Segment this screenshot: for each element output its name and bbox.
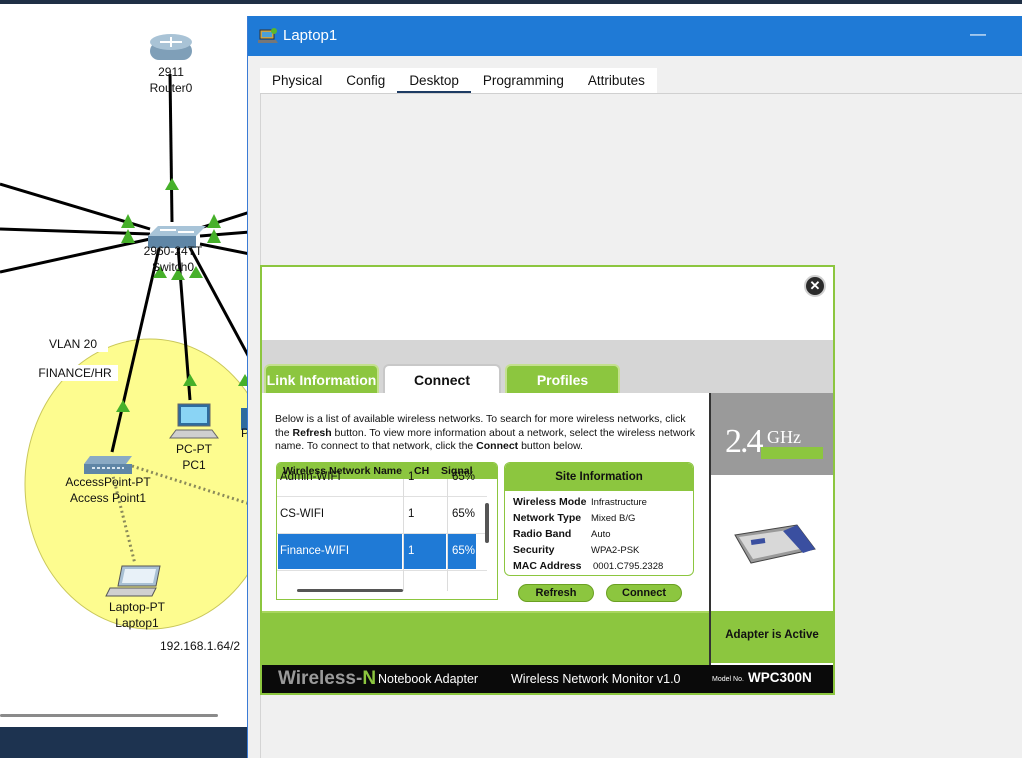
subnet-label: 192.168.1.64/2: [160, 638, 250, 654]
access-point-name: Access Point1: [69, 491, 147, 505]
tab-physical[interactable]: Physical: [260, 68, 334, 94]
column-divider: [447, 479, 448, 591]
adapter-card-area: [711, 475, 833, 611]
access-point-label: AccessPoint-PT Access Point1: [56, 474, 160, 506]
connect-panel: Below is a list of available wireless ne…: [262, 393, 709, 611]
site-key: Network Type: [513, 512, 582, 524]
department-label: FINANCE/HR: [32, 365, 118, 381]
tab-profiles[interactable]: Profiles: [505, 364, 620, 394]
monitor-name-text: Wireless Network Monitor v1.0: [511, 672, 681, 686]
band-indicator: 2.4 GHz: [711, 393, 833, 475]
switch-model: 2960-24TT: [143, 244, 203, 258]
pc-name: PC1: [182, 458, 206, 472]
band-bar: [761, 447, 823, 459]
router-name: Router0: [149, 81, 193, 95]
column-divider: [403, 479, 404, 591]
tab-programming[interactable]: Programming: [471, 68, 576, 94]
network-name: Finance-WIFI: [280, 545, 350, 557]
adapter-side-panel: 2.4 GHz Adapter is Active: [709, 393, 833, 665]
network-row-admin[interactable]: Admin-WIFI 1 65%: [277, 463, 487, 497]
router-icon: [150, 34, 192, 60]
network-signal: 65%: [452, 545, 476, 557]
site-value: Infrastructure: [591, 497, 647, 508]
network-channel: 1: [408, 545, 415, 557]
window-title: Laptop1: [283, 27, 338, 44]
site-information-panel: Site Information Wireless Mode Infrastru…: [504, 462, 694, 576]
link-light: [165, 178, 179, 190]
vlan-label: VLAN 20: [38, 336, 108, 352]
instructions-text: Below is a list of available wireless ne…: [275, 413, 703, 454]
router-switch-link: [168, 73, 174, 223]
site-value: Mixed B/G: [591, 513, 636, 524]
site-key: MAC Address: [513, 560, 582, 572]
network-row-cs[interactable]: CS-WIFI 1 65%: [277, 497, 487, 534]
adapter-status-box: Adapter is Active: [711, 611, 833, 663]
access-point-model: AccessPoint-PT: [65, 475, 151, 489]
router-label: 2911 Router0: [148, 64, 194, 96]
adapter-status-text: Adapter is Active: [725, 629, 819, 641]
pc-label: PC-PT PC1: [168, 441, 220, 473]
site-key: Wireless Mode: [513, 496, 587, 508]
laptop-model: Laptop-PT: [108, 600, 166, 614]
wireless-n-logo: Wireless-N: [278, 668, 376, 690]
minimize-button[interactable]: —: [966, 24, 990, 48]
instructions-part-3: button below.: [518, 440, 583, 452]
bottom-green-band: [262, 611, 709, 665]
network-row-finance[interactable]: Finance-WIFI 1 65%: [277, 534, 487, 571]
tab-link-information[interactable]: Link Information: [264, 364, 379, 394]
switch-link-left-3: [0, 237, 151, 274]
canvas-horizontal-scrollbar[interactable]: [0, 714, 218, 717]
site-value: 0001.C795.2328: [593, 561, 664, 572]
site-value: WPA2-PSK: [591, 545, 640, 556]
pc-model: PC-PT: [176, 442, 212, 456]
band-number: 2.4: [725, 423, 763, 460]
laptop-name: Laptop1: [115, 616, 159, 630]
link-light: [121, 229, 135, 243]
tab-attributes[interactable]: Attributes: [576, 68, 657, 94]
model-number-label: Model No.: [712, 676, 744, 683]
adapter-type-text: Notebook Adapter: [378, 672, 479, 686]
connect-button[interactable]: Connect: [606, 584, 682, 602]
access-point-icon: [84, 456, 132, 474]
site-key: Radio Band: [513, 528, 572, 540]
laptop-label: Laptop-PT Laptop1: [100, 599, 174, 631]
table-horizontal-scrollbar[interactable]: [297, 589, 403, 592]
app-footer: Wireless-N Notebook Adapter Wireless Net…: [262, 665, 833, 693]
instructions-refresh-word: Refresh: [292, 426, 332, 439]
logo-n-text: N: [362, 668, 377, 689]
refresh-button[interactable]: Refresh: [518, 584, 594, 602]
instructions-connect-word: Connect: [476, 440, 519, 452]
tab-connect[interactable]: Connect: [383, 364, 501, 394]
switch-label: 2960-24TT Switch0: [136, 243, 210, 275]
pc-card-icon: [734, 524, 816, 564]
wireless-network-monitor: ✕ Link Information Connect Profiles Belo…: [260, 265, 835, 695]
model-number-value: WPC300N: [748, 670, 812, 685]
band-unit: GHz: [767, 427, 801, 447]
site-information-title: Site Information: [505, 463, 693, 491]
window-titlebar[interactable]: Laptop1 —: [248, 16, 1022, 56]
switch-link-right-2: [199, 230, 250, 238]
site-key: Security: [513, 544, 555, 556]
screen: 2911 Router0 2960-24TT Switch0 VLAN 20 F…: [0, 0, 1022, 758]
wireless-network-table: Wireless Network Name CH Signal Admin-WI…: [276, 462, 498, 600]
taskbar: [0, 727, 250, 758]
close-app-button[interactable]: ✕: [804, 275, 826, 297]
tab-config[interactable]: Config: [334, 68, 397, 94]
switch-name: Switch0: [151, 260, 195, 274]
table-vertical-scrollbar[interactable]: [485, 503, 489, 543]
router-model: 2911: [158, 65, 184, 79]
tab-desktop[interactable]: Desktop: [397, 68, 471, 94]
app-header: ✕: [262, 267, 833, 340]
laptop-window-icon: [258, 28, 278, 43]
logo-wireless-text: Wireless-: [278, 668, 363, 689]
site-value: Auto: [591, 529, 611, 540]
switch-link-right-1: [199, 210, 250, 230]
window-tabs: Physical Config Desktop Programming Attr…: [260, 68, 657, 94]
topology-canvas[interactable]: 2911 Router0 2960-24TT Switch0 VLAN 20 F…: [0, 4, 250, 724]
